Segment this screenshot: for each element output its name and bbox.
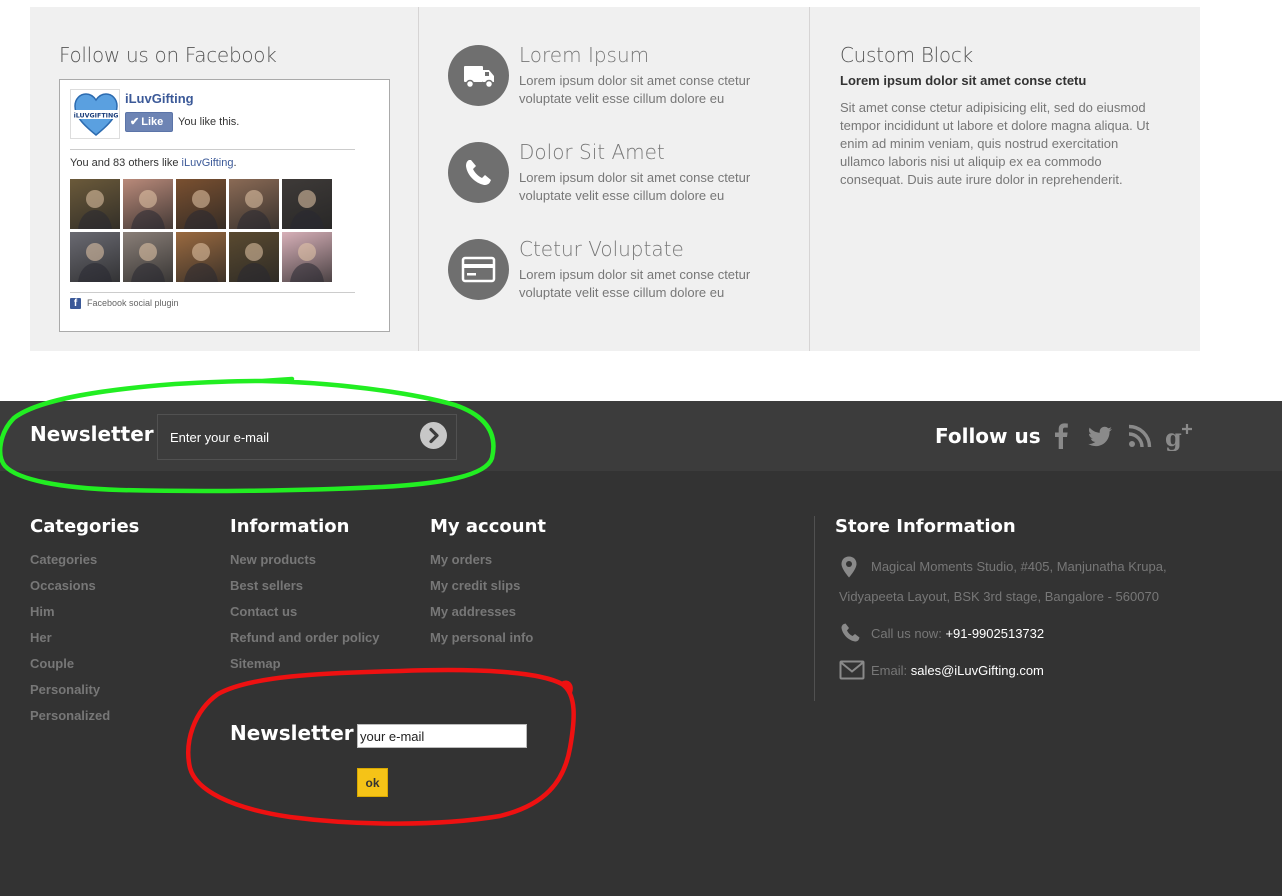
chevron-right-icon — [429, 427, 439, 444]
facebook-like-button[interactable]: ✔ Like — [125, 112, 173, 132]
page-logo[interactable]: iLUVGIFTING — [70, 89, 120, 139]
twitter-icon[interactable] — [1085, 421, 1115, 451]
footer: Newsletter Follow us g Categories Catego… — [0, 401, 1282, 896]
facebook-small-icon: f — [70, 298, 81, 310]
count-text: You and 83 others like — [70, 157, 179, 169]
account-link[interactable]: My credit slips — [430, 577, 546, 603]
account-link[interactable]: My orders — [430, 551, 546, 577]
store-information: Store Information Magical Moments Studio… — [835, 516, 1255, 680]
phone-icon — [841, 623, 860, 642]
store-title: Store Information — [835, 516, 1016, 537]
fan-avatar[interactable] — [123, 179, 173, 229]
service-title: Dolor Sit Amet — [519, 140, 665, 164]
newsletter-email-input[interactable] — [157, 414, 457, 460]
category-link[interactable]: Categories — [30, 551, 139, 577]
newsletter-ok-button[interactable]: ok — [357, 768, 388, 797]
categories-column: Categories Categories Occasions Him Her Coup… — [30, 516, 139, 733]
service-text: Lorem ipsum dolor sit amet conse ctetur … — [519, 73, 751, 106]
information-link[interactable]: Refund and order policy — [230, 629, 380, 655]
credit-card-icon — [448, 239, 509, 300]
custom-block-subtitle: Lorem ipsum dolor sit amet conse ctetu — [840, 73, 1087, 88]
like-label: Like — [141, 116, 164, 128]
category-link[interactable]: Her — [30, 629, 139, 655]
plugin-text: Facebook social plugin — [87, 298, 179, 308]
service-title: Lorem Ipsum — [519, 43, 650, 67]
fan-avatar[interactable] — [70, 179, 120, 229]
service-text: Lorem ipsum dolor sit amet conse ctetur … — [519, 267, 751, 300]
email-address[interactable]: sales@iLuvGifting.com — [911, 663, 1044, 678]
service-item: Lorem Ipsum Lorem ipsum dolor sit amet c… — [448, 43, 788, 109]
top-info-band: Follow us on Facebook iLUVGIFTING iLuvGi… — [30, 7, 1200, 351]
custom-block-title: Custom Block — [840, 43, 973, 67]
page-link[interactable]: iLuvGifting — [182, 157, 234, 169]
service-title: Ctetur Voluptate — [519, 237, 684, 261]
fan-avatar[interactable] — [176, 232, 226, 282]
newsletter-block-email-input[interactable] — [357, 724, 527, 748]
fan-avatar[interactable] — [70, 232, 120, 282]
account-list: My orders My credit slips My addresses My p… — [430, 551, 546, 655]
information-title: Information — [230, 516, 350, 537]
google-plus-icon[interactable]: g — [1164, 421, 1194, 451]
store-phone: Call us now: +91-9902513732 — [839, 623, 1044, 642]
facebook-page-name[interactable]: iLuvGifting — [125, 91, 194, 106]
check-icon: ✔ — [130, 116, 140, 128]
count-end: . — [233, 157, 237, 169]
categories-list: Categories Occasions Him Her Couple Personali… — [30, 551, 139, 733]
custom-block-column: Custom Block Lorem ipsum dolor sit amet … — [810, 7, 1200, 351]
logo-text: iLUVGIFTING — [74, 113, 119, 120]
information-link[interactable]: Best sellers — [230, 577, 380, 603]
category-link[interactable]: Him — [30, 603, 139, 629]
information-link[interactable]: Sitemap — [230, 655, 380, 681]
fan-avatar[interactable] — [176, 179, 226, 229]
category-link[interactable]: Couple — [30, 655, 139, 681]
divider — [70, 292, 355, 293]
service-text: Lorem ipsum dolor sit amet conse ctetur … — [519, 170, 751, 203]
account-link[interactable]: My addresses — [430, 603, 546, 629]
fan-avatar[interactable] — [229, 232, 279, 282]
information-link[interactable]: New products — [230, 551, 380, 577]
svg-text:g: g — [1165, 423, 1182, 451]
divider — [814, 516, 815, 701]
account-title[interactable]: My account — [430, 516, 546, 537]
fan-avatar[interactable] — [282, 179, 332, 229]
service-item: Dolor Sit Amet Lorem ipsum dolor sit ame… — [448, 140, 788, 206]
account-column: My account My orders My credit slips My ad… — [430, 516, 546, 655]
map-pin-icon — [841, 556, 857, 578]
store-email: Email: sales@iLuvGifting.com — [839, 660, 1044, 680]
phone-number[interactable]: +91-9902513732 — [945, 626, 1044, 641]
envelope-icon — [839, 660, 865, 680]
information-column: Information New products Best sellers Cont… — [230, 516, 380, 681]
fan-avatar[interactable] — [123, 232, 173, 282]
information-link[interactable]: Contact us — [230, 603, 380, 629]
phone-icon — [448, 142, 509, 203]
divider — [70, 149, 355, 150]
store-address: Magical Moments Studio, #405, Manjunatha… — [839, 552, 1179, 612]
newsletter-submit-button[interactable] — [420, 422, 447, 449]
like-count-text: You and 83 others like iLuvGifting. — [70, 157, 237, 169]
information-list: New products Best sellers Contact us Refund… — [230, 551, 380, 681]
category-link[interactable]: Occasions — [30, 577, 139, 603]
follow-us-title: Follow us — [935, 424, 1041, 448]
category-link[interactable]: Personality — [30, 681, 139, 707]
facebook-like-box: iLUVGIFTING iLuvGifting ✔ Like You like t… — [59, 79, 390, 332]
address-text: Magical Moments Studio, #405, Manjunatha… — [839, 559, 1167, 604]
facebook-icon[interactable] — [1046, 421, 1076, 451]
custom-block-text: Sit amet conse ctetur adipisicing elit, … — [840, 100, 1150, 187]
facebook-column: Follow us on Facebook iLUVGIFTING iLuvGi… — [30, 7, 419, 351]
fan-avatar[interactable] — [282, 232, 332, 282]
rss-icon[interactable] — [1125, 421, 1155, 451]
facebook-plugin-credit[interactable]: f Facebook social plugin — [70, 298, 179, 310]
categories-title[interactable]: Categories — [30, 516, 139, 537]
fan-avatar[interactable] — [229, 179, 279, 229]
newsletter-bar: Newsletter Follow us g — [0, 401, 1282, 471]
services-column: Lorem Ipsum Lorem ipsum dolor sit amet c… — [419, 7, 810, 351]
category-link[interactable]: Personalized — [30, 707, 139, 733]
service-item: Ctetur Voluptate Lorem ipsum dolor sit a… — [448, 237, 788, 303]
truck-icon — [448, 45, 509, 106]
newsletter-block-title: Newsletter — [230, 721, 354, 745]
account-link[interactable]: My personal info — [430, 629, 546, 655]
you-like-text: You like this. — [178, 116, 240, 128]
newsletter-title: Newsletter — [30, 422, 154, 446]
facebook-title: Follow us on Facebook — [59, 43, 277, 67]
